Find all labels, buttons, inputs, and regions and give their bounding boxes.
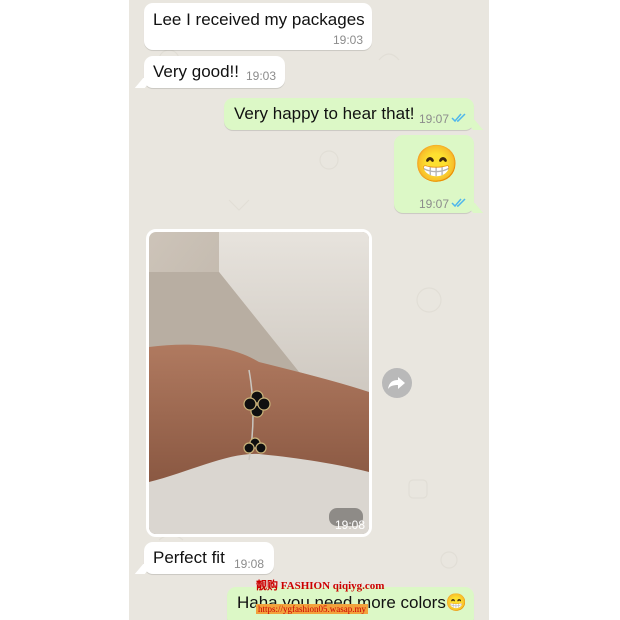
double-check-icon (451, 113, 466, 123)
image-message[interactable]: 19:08 (146, 229, 372, 537)
watermark-url: https://ygfashion05.wasap.my (256, 604, 368, 614)
message-timestamp: 19:07 (419, 112, 450, 126)
image-timestamp: 19:08 (335, 518, 366, 532)
message-bubble-outgoing[interactable]: 😁 19:07 (394, 135, 484, 213)
message-bubble-incoming[interactable]: Very good!! 19:03 (134, 56, 285, 88)
message-text: Very good!! (153, 62, 240, 81)
emoji-message: 😁 (414, 143, 459, 184)
message-timestamp: 19:03 (333, 33, 364, 47)
message-timestamp: 19:08 (234, 557, 265, 571)
watermark-brand: 靓购 FASHION qiqiyg.com (256, 580, 385, 592)
message-timestamp: 19:07 (419, 197, 450, 211)
message-text: Lee I received my packages (153, 10, 365, 29)
forward-arrow-icon (388, 377, 405, 389)
message-text: Perfect fit (153, 548, 225, 567)
chat-area: Lee I received my packages 19:03 Very go… (129, 0, 489, 620)
message-bubble-incoming[interactable]: Perfect fit 19:08 (134, 542, 274, 574)
double-check-icon (451, 198, 466, 208)
message-timestamp: 19:03 (246, 69, 277, 83)
message-bubble-incoming[interactable]: Lee I received my packages 19:03 (144, 3, 372, 50)
message-bubble-outgoing[interactable]: Very happy to hear that! 19:07 (224, 98, 484, 130)
message-text: Very happy to hear that! (234, 104, 415, 123)
forward-button[interactable] (382, 368, 412, 398)
bracelet-photo (149, 232, 369, 534)
